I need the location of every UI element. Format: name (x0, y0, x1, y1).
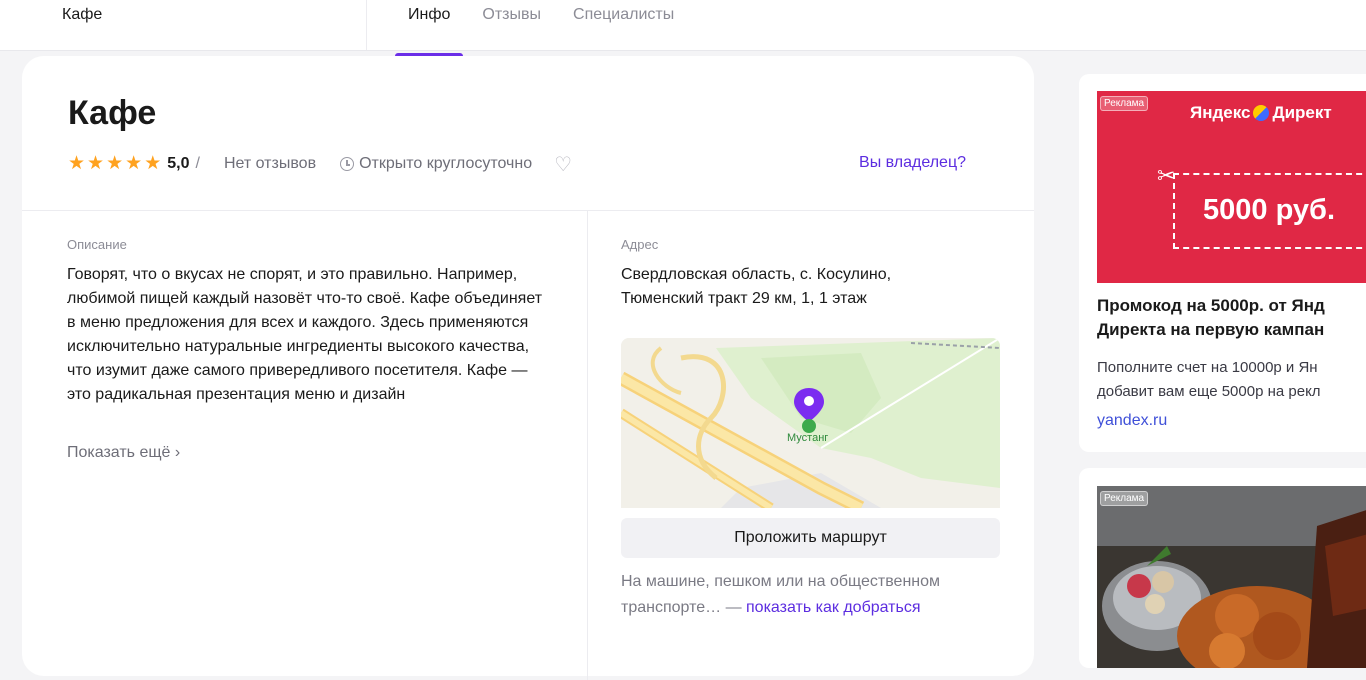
ad-text: Пополните счет на 10000р и Ян добавит ва… (1097, 356, 1366, 404)
page-title: Кафе (68, 94, 157, 132)
ad-title-line-1: Промокод на 5000р. от Янд (1097, 296, 1325, 315)
map-canvas (621, 338, 1000, 508)
breadcrumb[interactable]: Кафе (62, 6, 102, 24)
column-divider (587, 210, 588, 680)
map-pin-label: Мустанг (787, 432, 829, 444)
description-label: Описание (67, 237, 127, 252)
opening-hours: Открыто круглосуточно (359, 155, 533, 172)
route-note: На машине, пешком или на общественном тр… (621, 569, 1011, 621)
reviews-count[interactable]: Нет отзывов (224, 155, 316, 173)
business-meta: ★ ★ ★ ★ ★ 5,0 / Нет отзывов Открыто круг… (68, 152, 572, 176)
nav-divider (366, 0, 367, 50)
ad-brand-left: Яндекс (1190, 103, 1251, 122)
top-navigation: Кафе Инфо Отзывы Специалисты (0, 0, 1366, 56)
owner-link[interactable]: Вы владелец? (859, 154, 966, 172)
rating-separator: / (195, 155, 200, 172)
star-icon: ★ (106, 153, 124, 174)
tab-bar: Инфо Отзывы Специалисты (392, 0, 690, 56)
food-photo-image (1097, 486, 1366, 668)
address-line-2: Тюменский тракт 29 км, 1, 1 этаж (621, 290, 867, 307)
ad-label: Реклама (1100, 491, 1149, 506)
ad-banner[interactable]: Реклама Яндекс Директ ✂ 5000 руб. (1097, 91, 1366, 283)
rating-value: 5,0 (167, 155, 190, 172)
build-route-button[interactable]: Проложить маршрут (621, 518, 1000, 558)
ad-label: Реклама (1100, 96, 1149, 111)
tab-reviews[interactable]: Отзывы (466, 0, 557, 50)
location-map[interactable]: Мустанг (621, 338, 1000, 508)
star-icon: ★ (125, 153, 143, 174)
ad-domain-link[interactable]: yandex.ru (1097, 412, 1167, 430)
address-line-1: Свердловская область, с. Косулино, (621, 266, 892, 283)
address-label: Адрес (621, 237, 659, 252)
section-divider (22, 210, 1034, 211)
ad-amount: 5000 руб. (1203, 194, 1336, 226)
ad-text-line-2: добавит вам еще 5000р на рекл (1097, 383, 1321, 400)
ad-brand-right: Директ (1272, 103, 1332, 122)
tab-specialists[interactable]: Специалисты (557, 0, 690, 50)
ad-title-line-2: Директа на первую кампан (1097, 320, 1325, 339)
ad-brand: Яндекс Директ (1190, 103, 1332, 123)
clock-icon (340, 157, 355, 171)
ad-text-line-1: Пополните счет на 10000р и Ян (1097, 359, 1318, 376)
yandex-direct-logo-icon (1253, 105, 1270, 121)
business-card: Кафе ★ ★ ★ ★ ★ 5,0 / Нет отзывов Открыто… (22, 56, 1034, 680)
address-text: Свердловская область, с. Косулино, Тюмен… (621, 263, 1001, 311)
description-text: Говорят, что о вкусах не спорят, и это п… (67, 266, 543, 403)
star-icon: ★ (87, 153, 105, 174)
heart-icon[interactable]: ♡ (554, 152, 572, 177)
tab-info[interactable]: Инфо (392, 0, 466, 56)
star-icon: ★ (144, 153, 162, 174)
ad-title[interactable]: Промокод на 5000р. от Янд Директа на пер… (1097, 294, 1366, 342)
directions-link[interactable]: показать как добраться (746, 599, 921, 616)
show-more-link[interactable]: Показать ещё › (67, 444, 180, 462)
ad-photo[interactable]: Реклама (1097, 486, 1366, 668)
rating-stars: ★ ★ ★ ★ ★ (68, 154, 161, 174)
star-icon: ★ (68, 153, 86, 174)
ad-card-food[interactable]: Реклама (1079, 468, 1366, 668)
ad-card-direct[interactable]: Реклама Яндекс Директ ✂ 5000 руб. Промок… (1079, 74, 1366, 452)
